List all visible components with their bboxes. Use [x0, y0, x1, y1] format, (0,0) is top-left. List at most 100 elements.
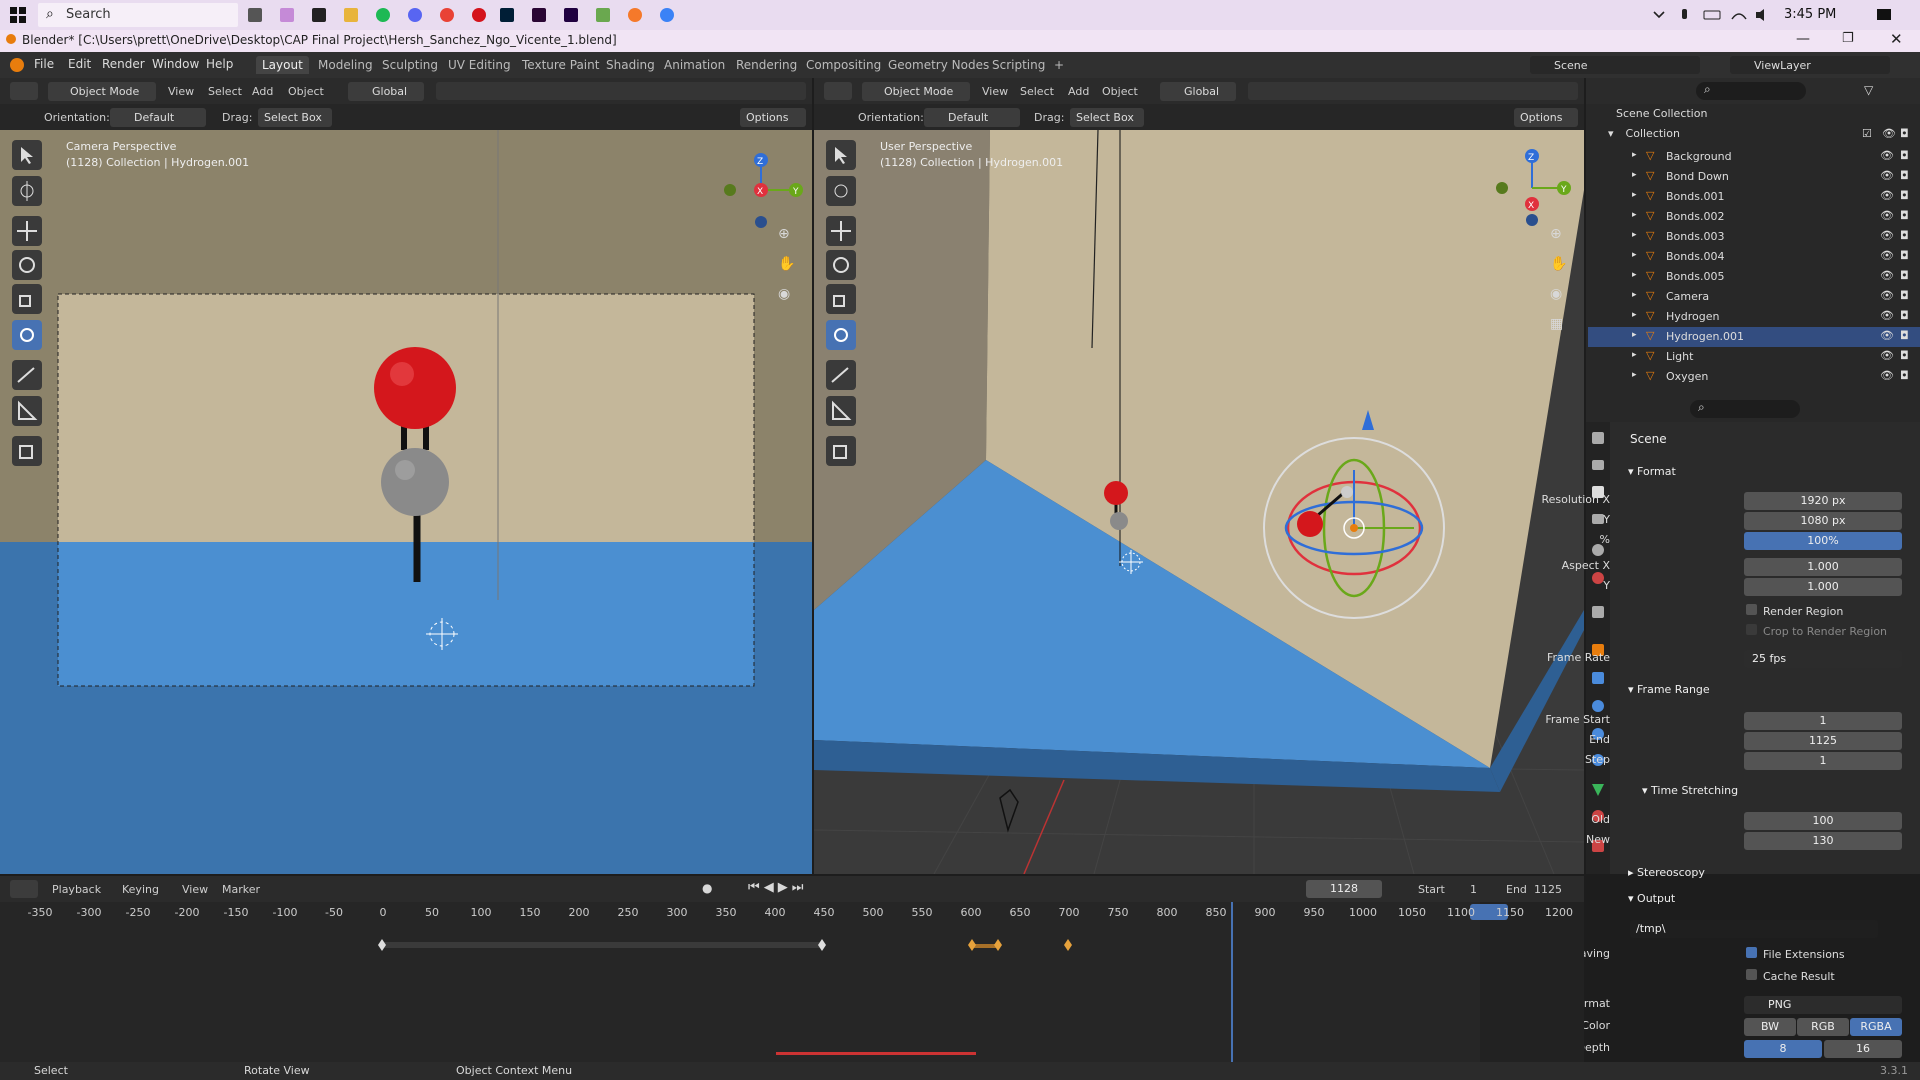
time-new-field[interactable]: 130	[1744, 832, 1902, 850]
frame-step-field[interactable]: 1	[1744, 752, 1902, 770]
visibility-eye-icon[interactable]: 👁	[1880, 349, 1894, 362]
timeline-track[interactable]	[0, 902, 1584, 1062]
cursor-tool-icon[interactable]	[12, 176, 42, 206]
menu-render[interactable]: Render	[102, 57, 145, 71]
close-icon[interactable]: ✕	[1890, 30, 1903, 48]
left-orientation-select[interactable]: Default	[110, 108, 206, 127]
tab-scripting[interactable]: Scripting	[986, 56, 1051, 74]
color-rgb-button[interactable]: RGB	[1797, 1018, 1849, 1036]
visibility-eye-icon[interactable]: 👁	[1880, 189, 1894, 202]
render-camera-icon[interactable]: ◘	[1900, 249, 1909, 262]
right-menu-select[interactable]: Select	[1020, 85, 1054, 98]
visibility-eye-icon[interactable]: 👁	[1880, 169, 1894, 182]
crop-region-checkbox[interactable]: Crop to Render Region	[1746, 624, 1887, 638]
outliner-scene-collection[interactable]: Scene Collection	[1588, 107, 1920, 127]
editor-type-icon[interactable]	[10, 82, 38, 100]
minimize-icon[interactable]: —	[1796, 31, 1810, 47]
measure-tool-icon[interactable]	[12, 396, 42, 426]
outliner-item[interactable]: ▸ ▽ Bonds.002 👁 ◘	[1588, 207, 1920, 227]
render-camera-icon[interactable]: ◘	[1900, 229, 1909, 242]
right-transform-tool-icon[interactable]	[826, 320, 856, 350]
stereoscopy-section-header[interactable]: ▸ Stereoscopy	[1628, 866, 1705, 879]
tab-layout[interactable]: Layout	[256, 56, 309, 74]
outliner-item[interactable]: ▸ ▽ Bonds.001 👁 ◘	[1588, 187, 1920, 207]
timeline-menu-playback[interactable]: Playback	[52, 883, 101, 896]
outliner-item[interactable]: ▸ ▽ Light 👁 ◘	[1588, 347, 1920, 367]
rotate-tool-icon[interactable]	[12, 250, 42, 280]
right-rotate-tool-icon[interactable]	[826, 250, 856, 280]
left-menu-add[interactable]: Add	[252, 85, 273, 98]
menu-edit[interactable]: Edit	[68, 57, 91, 71]
menu-help[interactable]: Help	[206, 57, 233, 71]
tab-uv-editing[interactable]: UV Editing	[442, 56, 517, 74]
timeline-editor-type-icon[interactable]	[10, 880, 38, 898]
visibility-eye-icon[interactable]: 👁	[1880, 329, 1894, 342]
right-menu-view[interactable]: View	[982, 85, 1008, 98]
right-editor-type-icon[interactable]	[824, 82, 852, 100]
render-camera-icon[interactable]: ◘	[1900, 269, 1909, 282]
render-region-checkbox[interactable]: Render Region	[1746, 604, 1843, 618]
right-menu-object[interactable]: Object	[1102, 85, 1138, 98]
tab-geometry-nodes[interactable]: Geometry Nodes	[882, 56, 995, 74]
tab-animation[interactable]: Animation	[658, 56, 731, 74]
outliner-item[interactable]: ▸ ▽ Bonds.003 👁 ◘	[1588, 227, 1920, 247]
visibility-eye-icon[interactable]: 👁	[1880, 309, 1894, 322]
format-section-header[interactable]: ▾ Format	[1628, 465, 1676, 478]
menu-file[interactable]: File	[34, 57, 54, 71]
add-workspace-button[interactable]: +	[1048, 56, 1070, 74]
scale-tool-icon[interactable]	[12, 284, 42, 314]
render-camera-icon[interactable]: ◘	[1900, 309, 1909, 322]
visibility-eye-icon[interactable]: 👁	[1880, 149, 1894, 162]
taskbar-app-icons[interactable]	[248, 6, 688, 24]
menu-window[interactable]: Window	[152, 57, 199, 71]
left-mode-select[interactable]: Object Mode	[48, 82, 156, 101]
right-cursor-tool-icon[interactable]	[826, 176, 856, 206]
tab-shading[interactable]: Shading	[600, 56, 661, 74]
render-camera-icon[interactable]: ◘	[1900, 189, 1909, 202]
timeline-menu-keying[interactable]: Keying	[122, 883, 159, 896]
viewlayer-selector[interactable]: ViewLayer	[1730, 56, 1890, 74]
resolution-x-field[interactable]: 1920 px	[1744, 492, 1902, 510]
tab-modeling[interactable]: Modeling	[312, 56, 379, 74]
visibility-eye-icon[interactable]: 👁	[1880, 269, 1894, 282]
right-options-button[interactable]: Options	[1514, 108, 1578, 127]
zoom-icon[interactable]: ⊕	[778, 226, 790, 242]
render-camera-icon[interactable]: ◘	[1900, 127, 1909, 140]
frame-start-field[interactable]: 1	[1744, 712, 1902, 730]
render-camera-icon[interactable]: ◘	[1900, 289, 1909, 302]
aspect-x-field[interactable]: 1.000	[1744, 558, 1902, 576]
resolution-percent-field[interactable]: 100%	[1744, 532, 1902, 550]
right-header-tool-icons[interactable]	[1248, 82, 1578, 100]
move-tool-icon[interactable]	[12, 216, 42, 246]
visibility-eye-icon[interactable]: 👁	[1880, 209, 1894, 222]
properties-tab-icons[interactable]	[1586, 422, 1610, 874]
outliner-item[interactable]: ▸ ▽ Oxygen 👁 ◘	[1588, 367, 1920, 387]
outliner-filter-icon[interactable]: ▽	[1864, 83, 1873, 97]
left-menu-select[interactable]: Select	[208, 85, 242, 98]
visibility-eye-icon[interactable]: 👁	[1880, 229, 1894, 242]
color-bw-button[interactable]: BW	[1744, 1018, 1796, 1036]
timeline-menu-marker[interactable]: Marker	[222, 883, 260, 896]
visibility-eye-icon[interactable]: 👁	[1880, 249, 1894, 262]
output-section-header[interactable]: ▾ Output	[1628, 892, 1675, 905]
camera-view-icon[interactable]: ◉	[778, 286, 790, 302]
clock-time[interactable]: 3:45 PM	[1784, 7, 1836, 22]
resolution-y-field[interactable]: 1080 px	[1744, 512, 1902, 530]
right-menu-add[interactable]: Add	[1068, 85, 1089, 98]
tab-sculpting[interactable]: Sculpting	[376, 56, 444, 74]
file-extensions-checkbox[interactable]: File Extensions	[1746, 947, 1845, 961]
outliner-item[interactable]: ▸ ▽ Background 👁 ◘	[1588, 147, 1920, 167]
right-pan-hand-icon[interactable]: ✋	[1550, 256, 1567, 272]
output-path-input[interactable]: /tmp\	[1630, 920, 1878, 938]
aspect-y-field[interactable]: 1.000	[1744, 578, 1902, 596]
properties-search-input[interactable]: ⌕	[1690, 400, 1800, 418]
tab-rendering[interactable]: Rendering	[730, 56, 803, 74]
left-menu-object[interactable]: Object	[288, 85, 324, 98]
checkbox-icon[interactable]: ☑	[1862, 127, 1872, 140]
taskbar-search-box[interactable]: ⌕ Search	[38, 3, 238, 27]
color-depth-8-button[interactable]: 8	[1744, 1040, 1822, 1058]
right-measure-tool-icon[interactable]	[826, 396, 856, 426]
right-zoom-icon[interactable]: ⊕	[1550, 226, 1562, 242]
transform-tool-icon[interactable]	[12, 320, 42, 350]
left-header-tool-icons[interactable]	[436, 82, 806, 100]
